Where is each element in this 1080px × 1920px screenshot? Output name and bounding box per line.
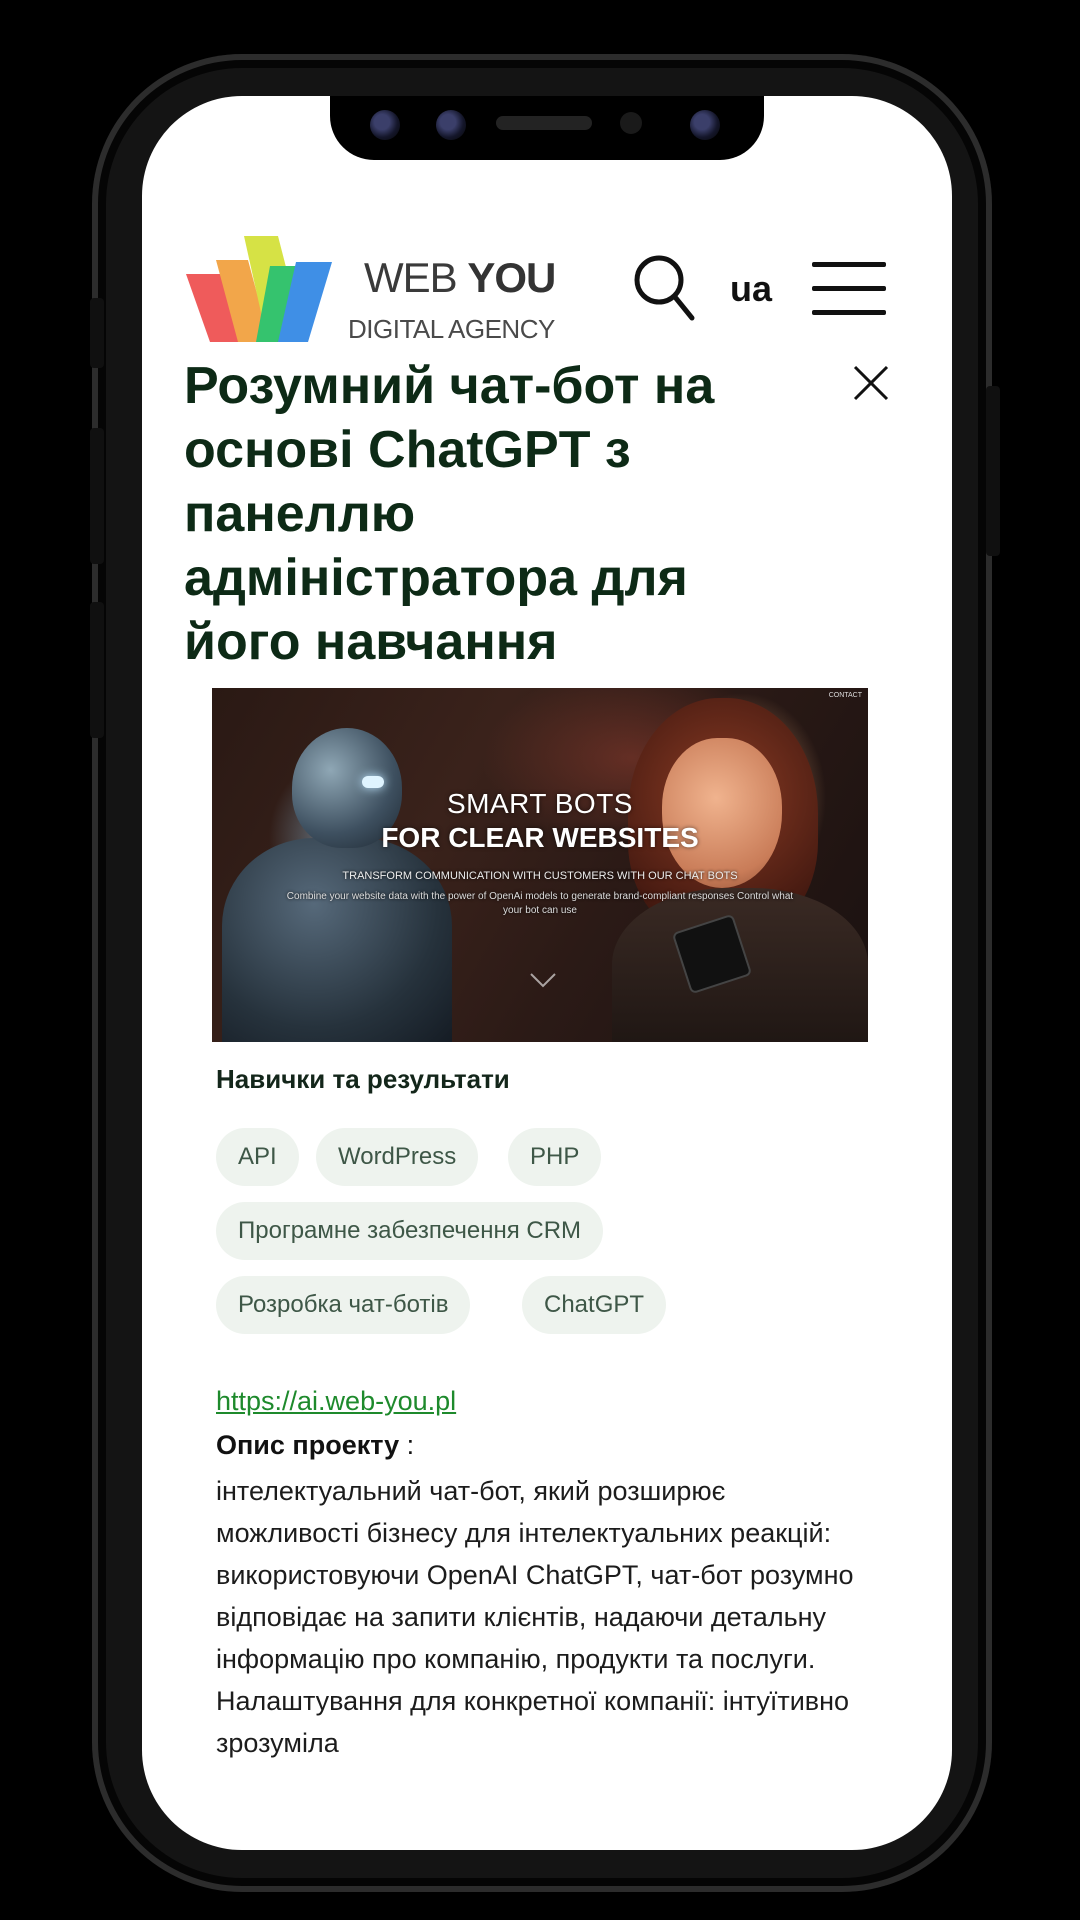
sensor bbox=[620, 112, 642, 134]
robot-eye bbox=[362, 776, 384, 788]
skill-tag[interactable]: Розробка чат-ботів bbox=[216, 1276, 471, 1334]
phone-side-button bbox=[90, 298, 104, 368]
page-title: Розумний чат-бот на основі ChatGPT з пан… bbox=[184, 357, 715, 671]
hero-tagline: TRANSFORM COMMUNICATION WITH CUSTOMERS W… bbox=[342, 870, 738, 882]
camera-icon bbox=[690, 110, 720, 140]
notch bbox=[330, 96, 764, 160]
phone-side-button bbox=[90, 428, 104, 564]
language-switch[interactable]: ua bbox=[730, 268, 772, 310]
camera-icon bbox=[436, 110, 466, 140]
search-icon[interactable] bbox=[632, 252, 696, 322]
phone-screen: WEB YOU DIGITAL AGENCY ua Розумний чат-б… bbox=[142, 96, 952, 1850]
phone-side-button bbox=[90, 602, 104, 738]
description-label: Опис проекту : bbox=[216, 1430, 414, 1461]
skill-tag[interactable]: API bbox=[216, 1128, 299, 1186]
project-description: інтелектуальний чат-бот, який розширює м… bbox=[216, 1476, 854, 1758]
description-label-text: Опис проекту bbox=[216, 1430, 400, 1460]
description-colon: : bbox=[399, 1430, 415, 1460]
logo-word-bold: YOU bbox=[467, 254, 556, 301]
hero-headline-2: FOR CLEAR WEBSITES bbox=[381, 822, 699, 853]
project-link[interactable]: https://ai.web-you.pl bbox=[216, 1386, 456, 1417]
chevron-down-icon bbox=[530, 973, 556, 988]
hamburger-menu-icon[interactable] bbox=[812, 262, 886, 316]
skills-heading: Навички та результати bbox=[216, 1064, 510, 1094]
web-you-logo-icon[interactable] bbox=[186, 236, 332, 342]
speaker-grille bbox=[496, 116, 592, 130]
phone-side-button bbox=[986, 386, 1000, 556]
camera-icon bbox=[370, 110, 400, 140]
logo-wordmark: WEB YOU bbox=[364, 254, 556, 302]
skill-tag[interactable]: PHP bbox=[508, 1128, 602, 1186]
hero-text: SMART BOTS FOR CLEAR WEBSITES TRANSFORM … bbox=[212, 788, 868, 918]
hero-headline-1: SMART BOTS bbox=[446, 788, 633, 819]
skill-tag[interactable]: Програмне забезпечення CRM bbox=[216, 1202, 604, 1260]
logo-subtitle: DIGITAL AGENCY bbox=[348, 314, 555, 344]
project-hero-image: CONTACT SMART BOTS FOR CLEAR WEBSITES TR… bbox=[212, 688, 868, 1042]
skill-tag[interactable]: WordPress bbox=[316, 1128, 479, 1186]
skill-tag[interactable]: ChatGPT bbox=[522, 1276, 667, 1334]
logo-word-light: WEB bbox=[364, 254, 458, 301]
close-icon[interactable] bbox=[852, 364, 890, 402]
hero-contact-link: CONTACT bbox=[828, 692, 862, 699]
hero-description: Combine your website data with the power… bbox=[286, 891, 794, 916]
